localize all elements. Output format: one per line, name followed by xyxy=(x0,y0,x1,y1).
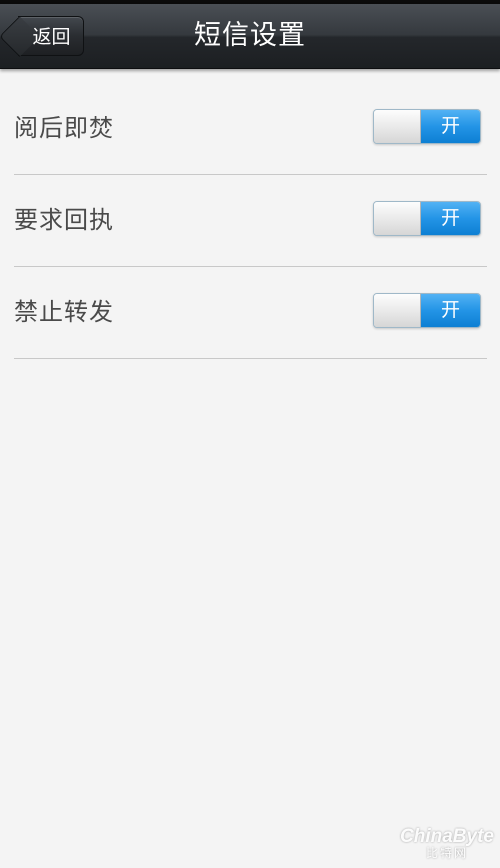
back-button-label: 返回 xyxy=(32,26,71,48)
toggle-on-label: 开 xyxy=(421,110,480,143)
burn-after-reading-toggle[interactable]: 开 xyxy=(373,109,481,144)
toggle-on-label: 开 xyxy=(421,294,480,327)
back-button[interactable]: 返回 xyxy=(0,15,84,58)
watermark: ChinaByte 比特网 xyxy=(400,827,494,860)
setting-label: 要求回执 xyxy=(14,206,114,234)
watermark-brand: ChinaByte xyxy=(400,826,494,847)
settings-list: 阅后即焚 开 要求回执 开 禁止转发 开 xyxy=(14,83,487,359)
setting-label: 阅后即焚 xyxy=(14,114,114,142)
watermark-sub: 比特网 xyxy=(426,846,469,860)
setting-row-read-receipt: 要求回执 开 xyxy=(14,175,487,267)
read-receipt-toggle[interactable]: 开 xyxy=(373,201,481,236)
toggle-on-label: 开 xyxy=(421,202,480,235)
toggle-knob xyxy=(374,294,421,327)
setting-row-forward-forbidden: 禁止转发 开 xyxy=(14,267,487,359)
title-bar: 短信设置 返回 xyxy=(0,4,500,69)
toggle-knob xyxy=(374,110,421,143)
setting-row-burn-after-reading: 阅后即焚 开 xyxy=(14,83,487,175)
setting-label: 禁止转发 xyxy=(14,298,114,326)
toggle-knob xyxy=(374,202,421,235)
forward-forbidden-toggle[interactable]: 开 xyxy=(373,293,481,328)
